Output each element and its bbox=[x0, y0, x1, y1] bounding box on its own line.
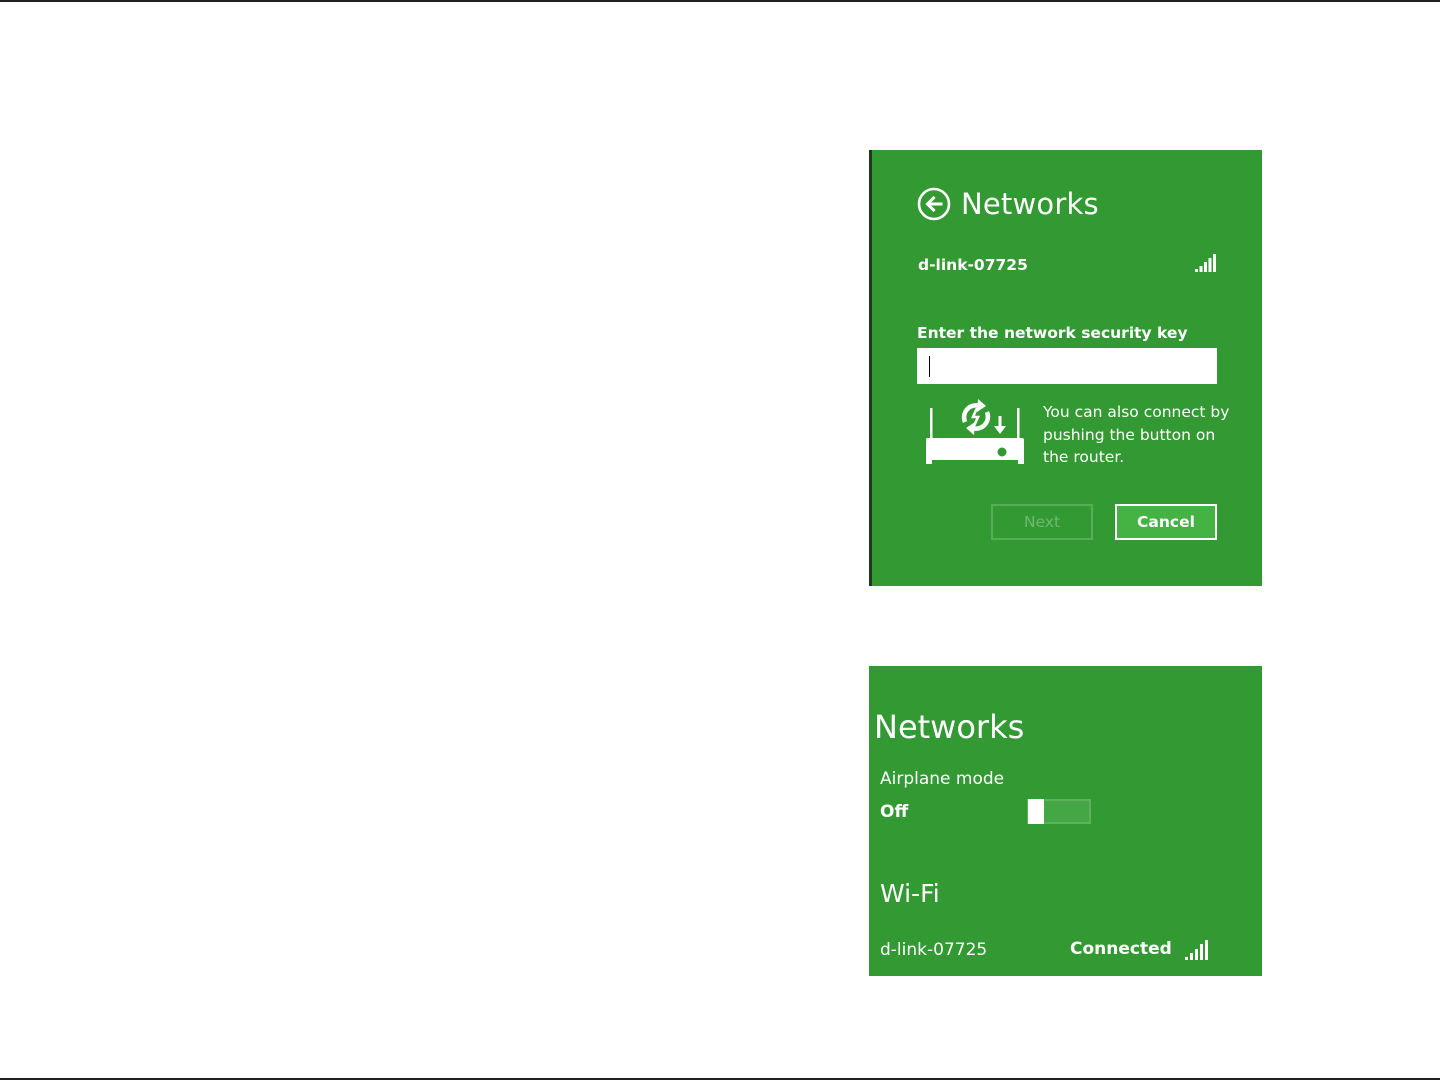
cancel-button[interactable]: Cancel bbox=[1115, 504, 1217, 540]
panel-header: Networks bbox=[917, 187, 1099, 221]
airplane-mode-toggle[interactable] bbox=[1027, 799, 1091, 824]
networks-panel: Networks Airplane mode Off Wi-Fi d-link-… bbox=[869, 666, 1262, 976]
security-key-label: Enter the network security key bbox=[917, 324, 1188, 342]
bottom-rule bbox=[0, 1078, 1440, 1080]
security-key-panel: Networks d-link-07725 Enter the network … bbox=[869, 150, 1262, 586]
wifi-heading: Wi-Fi bbox=[880, 879, 940, 908]
airplane-mode-label: Airplane mode bbox=[880, 769, 1005, 789]
next-button[interactable]: Next bbox=[991, 504, 1093, 540]
back-arrow-icon[interactable] bbox=[917, 187, 951, 221]
signal-bars-icon bbox=[1195, 254, 1216, 272]
signal-bars-icon bbox=[1185, 940, 1208, 960]
network-name: d-link-07725 bbox=[918, 256, 1028, 274]
text-caret bbox=[929, 356, 930, 377]
toggle-thumb bbox=[1028, 799, 1044, 824]
panel-title: Networks bbox=[961, 187, 1099, 221]
connection-status: Connected bbox=[1070, 939, 1172, 959]
network-list-item[interactable]: d-link-07725 Connected bbox=[869, 934, 1262, 968]
top-rule bbox=[0, 0, 1440, 2]
airplane-mode-state: Off bbox=[880, 802, 909, 822]
security-key-input[interactable] bbox=[917, 348, 1217, 384]
network-name: d-link-07725 bbox=[880, 940, 988, 960]
page: Networks d-link-07725 Enter the network … bbox=[0, 0, 1440, 1081]
panel-title: Networks bbox=[874, 708, 1025, 746]
wps-hint: You can also connect by pushing the butt… bbox=[1043, 403, 1230, 466]
router-wps-icon bbox=[926, 399, 1024, 464]
